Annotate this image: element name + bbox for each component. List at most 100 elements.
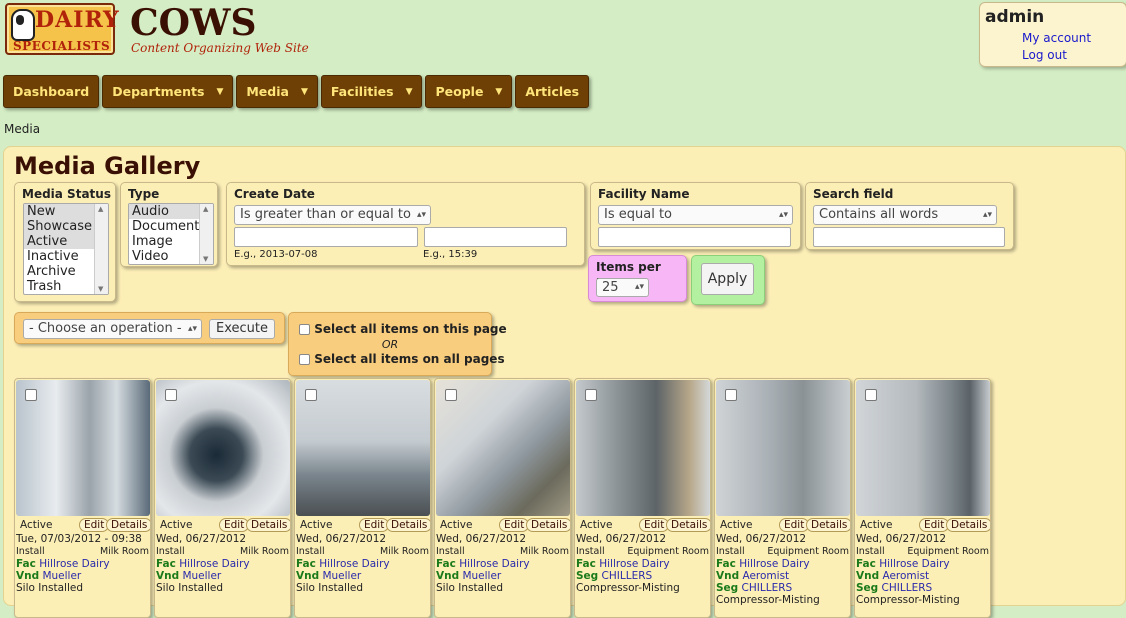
media-thumbnail[interactable] xyxy=(436,380,570,516)
media-card[interactable]: Active Edit Details Wed, 06/27/2012 Inst… xyxy=(434,378,571,618)
type-listbox[interactable]: Audio Document Image Video xyxy=(128,203,214,265)
select-checkbox[interactable] xyxy=(585,389,597,401)
facility-link[interactable]: Hillrose Dairy xyxy=(39,558,109,570)
facility-link[interactable]: Hillrose Dairy xyxy=(739,558,809,570)
vendor-row: Vnd Mueller xyxy=(436,570,501,582)
media-card[interactable]: Active Edit Details Wed, 06/27/2012 Inst… xyxy=(854,378,991,618)
media-card[interactable]: Active Edit Details Wed, 06/27/2012 Inst… xyxy=(714,378,851,618)
media-card[interactable]: Active Edit Details Wed, 06/27/2012 Inst… xyxy=(574,378,711,618)
items-per-page-select[interactable]: 25 ▴▾ xyxy=(596,278,649,297)
edit-button[interactable]: Edit xyxy=(79,518,110,532)
select-page-row[interactable]: Select all items on this page xyxy=(299,322,507,336)
media-card[interactable]: Active Edit Details Wed, 06/27/2012 Inst… xyxy=(154,378,291,618)
details-button[interactable]: Details xyxy=(806,518,850,532)
details-button[interactable]: Details xyxy=(946,518,990,532)
apply-box: Apply xyxy=(691,255,765,305)
select-all-row[interactable]: Select all items on all pages xyxy=(299,352,505,366)
edit-button[interactable]: Edit xyxy=(359,518,390,532)
details-button[interactable]: Details xyxy=(246,518,290,532)
segment-row: Seg CHILLERS xyxy=(716,582,792,594)
media-note: Silo Installed xyxy=(156,582,223,594)
row-key: Fac xyxy=(296,558,316,570)
details-button[interactable]: Details xyxy=(526,518,570,532)
row-key: Fac xyxy=(716,558,736,570)
facility-operator-select[interactable]: Is equal to ▴▾ xyxy=(598,205,793,225)
listbox-scrollbar[interactable] xyxy=(94,204,108,294)
media-card[interactable]: Active Edit Details Tue, 07/03/2012 - 09… xyxy=(14,378,151,618)
row-key: Vnd xyxy=(16,570,40,582)
facility-link[interactable]: Hillrose Dairy xyxy=(179,558,249,570)
facility-row: Fac Hillrose Dairy xyxy=(156,558,250,570)
select-all-checkbox[interactable] xyxy=(299,354,310,365)
nav-dashboard[interactable]: Dashboard xyxy=(3,75,100,108)
media-room: Milk Room xyxy=(379,546,429,557)
details-button[interactable]: Details xyxy=(106,518,150,532)
operation-select[interactable]: - Choose an operation - ▴▾ xyxy=(23,319,202,339)
filter-facility-name: Facility Name Is equal to ▴▾ xyxy=(590,182,801,250)
facility-link[interactable]: Hillrose Dairy xyxy=(459,558,529,570)
facility-row: Fac Hillrose Dairy xyxy=(576,558,670,570)
row-key: Fac xyxy=(436,558,456,570)
site-subtitle: Content Organizing Web Site xyxy=(131,41,309,55)
create-date-operator-select[interactable]: Is greater than or equal to ▴▾ xyxy=(234,205,431,225)
apply-button[interactable]: Apply xyxy=(701,263,754,295)
media-room: Equipment Room xyxy=(907,546,989,557)
select-checkbox[interactable] xyxy=(725,389,737,401)
search-field-input[interactable] xyxy=(813,227,1005,247)
select-checkbox[interactable] xyxy=(25,389,37,401)
cow-icon xyxy=(11,9,35,41)
my-account-link[interactable]: My account xyxy=(1022,31,1091,45)
vendor-link[interactable]: Mueller xyxy=(322,570,361,582)
details-button[interactable]: Details xyxy=(386,518,430,532)
segment-link[interactable]: CHILLERS xyxy=(882,582,933,594)
facility-link[interactable]: Hillrose Dairy xyxy=(879,558,949,570)
edit-button[interactable]: Edit xyxy=(639,518,670,532)
nav-media[interactable]: Media ▼ xyxy=(236,75,318,108)
media-thumbnail[interactable] xyxy=(576,380,710,516)
select-page-checkbox[interactable] xyxy=(299,324,310,335)
vendor-link[interactable]: Mueller xyxy=(42,570,81,582)
select-checkbox[interactable] xyxy=(865,389,877,401)
page-title: Media Gallery xyxy=(14,152,201,180)
media-card[interactable]: Active Edit Details Wed, 06/27/2012 Inst… xyxy=(294,378,431,618)
execute-button[interactable]: Execute xyxy=(209,319,275,339)
vendor-link[interactable]: Aeromist xyxy=(882,570,929,582)
media-room: Equipment Room xyxy=(767,546,849,557)
select-checkbox[interactable] xyxy=(445,389,457,401)
facility-link[interactable]: Hillrose Dairy xyxy=(599,558,669,570)
edit-button[interactable]: Edit xyxy=(219,518,250,532)
nav-articles[interactable]: Articles xyxy=(515,75,590,108)
vendor-link[interactable]: Mueller xyxy=(462,570,501,582)
site-logo[interactable]: DAIRY SPECIALISTS xyxy=(5,3,119,55)
create-time-input[interactable] xyxy=(424,227,567,247)
media-status-listbox[interactable]: New Showcase Active Inactive Archive Tra… xyxy=(23,203,109,295)
create-date-label: Create Date xyxy=(234,187,315,201)
logout-link[interactable]: Log out xyxy=(1022,48,1067,62)
media-thumbnail[interactable] xyxy=(296,380,430,516)
vendor-link[interactable]: Mueller xyxy=(182,570,221,582)
search-operator-select[interactable]: Contains all words ▴▾ xyxy=(813,205,997,225)
select-page-label: Select all items on this page xyxy=(314,322,507,336)
nav-people[interactable]: People ▼ xyxy=(425,75,513,108)
segment-link[interactable]: CHILLERS xyxy=(602,570,653,582)
media-thumbnail[interactable] xyxy=(16,380,150,516)
edit-button[interactable]: Edit xyxy=(779,518,810,532)
facility-link[interactable]: Hillrose Dairy xyxy=(319,558,389,570)
media-thumbnail[interactable] xyxy=(716,380,850,516)
site-title[interactable]: COWS xyxy=(130,2,256,44)
media-thumbnail[interactable] xyxy=(156,380,290,516)
facility-name-input[interactable] xyxy=(598,227,791,247)
vendor-link[interactable]: Aeromist xyxy=(742,570,789,582)
nav-departments[interactable]: Departments ▼ xyxy=(102,75,234,108)
media-thumbnail[interactable] xyxy=(856,380,990,516)
edit-button[interactable]: Edit xyxy=(499,518,530,532)
nav-facilities[interactable]: Facilities ▼ xyxy=(320,75,423,108)
create-date-input[interactable] xyxy=(234,227,418,247)
select-checkbox[interactable] xyxy=(165,389,177,401)
edit-button[interactable]: Edit xyxy=(919,518,950,532)
select-checkbox[interactable] xyxy=(305,389,317,401)
details-button[interactable]: Details xyxy=(666,518,710,532)
segment-link[interactable]: CHILLERS xyxy=(742,582,793,594)
listbox-scrollbar[interactable] xyxy=(199,204,213,264)
main-panel: Media Gallery Media Status New Showcase … xyxy=(3,146,1126,618)
